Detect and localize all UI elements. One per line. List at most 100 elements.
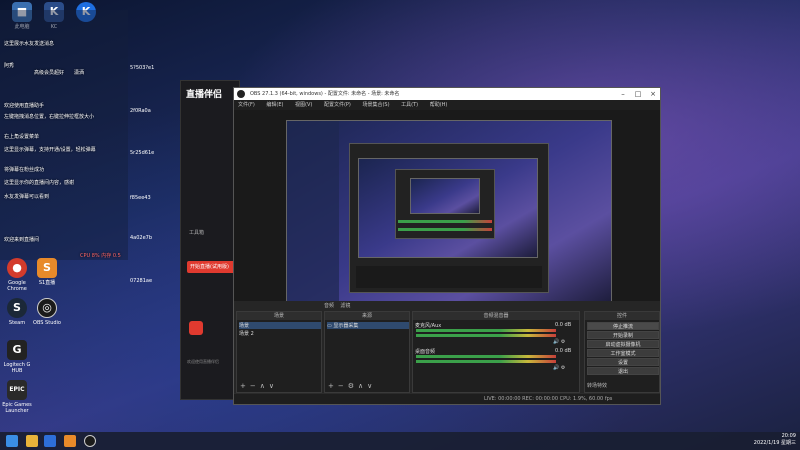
app-icon[interactable] xyxy=(44,435,56,447)
chat-line: 阿秀 xyxy=(4,63,15,69)
preview-obs-window xyxy=(349,143,549,293)
mixer-meter xyxy=(416,334,556,337)
system-tray[interactable]: 20:09 2022/1/19 星期三 xyxy=(754,433,796,447)
desktop-icon-obs[interactable]: ◎ OBS Studio xyxy=(30,298,64,326)
chat-line: 水友发弹幕可以看到 xyxy=(4,194,50,200)
desktop-label: f85ee43 xyxy=(130,195,151,201)
preview-tabs: 音频 滤镜 xyxy=(324,302,350,309)
audio-mixer-dock: 音频混音器 麦克风/Aux 0.0 dB 🔊 ⚙ 桌面音频 0.0 dB 🔊 ⚙ xyxy=(412,311,580,393)
chat-line: 这里显示你的直播间内容，感谢 xyxy=(4,180,75,186)
mixer-meter xyxy=(416,355,556,358)
preview-meter xyxy=(398,220,492,223)
s1-taskbar-icon[interactable] xyxy=(64,435,76,447)
obs-logo-icon xyxy=(237,90,245,98)
maximize-icon[interactable]: □ xyxy=(631,88,645,100)
scenes-dock-title: 场景 xyxy=(237,312,321,320)
chat-line: 这里显示弹幕，支持开通/设置，轻松弹幕 xyxy=(4,147,96,153)
clock-date: 2022/1/19 星期三 xyxy=(753,440,796,446)
tab-filters[interactable]: 滤镜 xyxy=(340,303,350,309)
start-recording-button[interactable]: 开始录制 xyxy=(587,331,659,339)
desktop-icon-steam[interactable]: S Steam xyxy=(0,298,34,326)
mixer-channel-name: 麦克风/Aux xyxy=(415,323,442,329)
obs-window[interactable]: OBS 27.1.3 (64-bit, windows) - 配置文件: 未命名… xyxy=(233,87,661,405)
menu-view[interactable]: 视图(V) xyxy=(295,102,312,108)
obs-status-bar: LIVE: 00:00:00 REC: 00:00:00 CPU: 1.9%, … xyxy=(234,394,660,404)
clock-time: 20:09 xyxy=(781,433,796,439)
helper-toolbox-label: 工具箱 xyxy=(189,230,205,236)
sources-dock: 来源 ▭ 显示器采集 +−⚙∧∨ xyxy=(324,311,410,393)
desktop-label: 4a02e7b xyxy=(130,235,153,241)
virtual-camera-button[interactable]: 启动虚拟摄像机 xyxy=(587,340,659,348)
studio-mode-button[interactable]: 工作室模式 xyxy=(587,349,659,357)
close-icon[interactable]: × xyxy=(646,88,660,100)
source-tools[interactable]: +−⚙∧∨ xyxy=(328,382,376,390)
mixer-dock-title: 音频混音器 xyxy=(413,312,579,320)
menu-file[interactable]: 文件(F) xyxy=(238,102,255,108)
record-icon[interactable] xyxy=(189,321,203,335)
obs-icon: ◎ xyxy=(37,298,57,318)
go-live-button[interactable]: 开始直播(试用版) xyxy=(187,261,237,273)
scene-item[interactable]: 场景 2 xyxy=(239,330,254,337)
desktop-label: 5r25d61e xyxy=(130,150,155,156)
mixer-meter xyxy=(416,329,556,332)
preview-deep-capture xyxy=(410,178,480,214)
chat-line: 这里展示水友发送消息 xyxy=(4,41,55,47)
chat-line: 欢迎来到直播间 xyxy=(4,237,40,243)
minimize-icon[interactable]: – xyxy=(616,88,630,100)
mixer-controls[interactable]: 🔊 ⚙ xyxy=(553,339,565,345)
steam-icon: S xyxy=(7,298,27,318)
source-item[interactable]: ▭ 显示器采集 xyxy=(327,322,409,329)
scene-item[interactable]: 场景 xyxy=(239,322,321,329)
controls-dock: 控件 停止推流 开始录制 启动虚拟摄像机 工作室模式 设置 退出 转场特效 xyxy=(584,311,660,393)
epic-icon: EPIC xyxy=(7,380,27,400)
preview-docks xyxy=(356,266,542,288)
chat-overlay-panel[interactable]: 这里展示水友发送消息 阿秀 高级会员超好 潇洒 欢迎使用直播助手 左键拖拽消息位… xyxy=(0,10,128,260)
menu-edit[interactable]: 编辑(E) xyxy=(266,102,283,108)
transition-tab[interactable]: 转场特效 xyxy=(587,382,607,389)
logitech-icon: G xyxy=(7,340,27,360)
chat-stats: CPU 8% 内存 0.5 xyxy=(80,253,121,259)
obs-docks: 音频 滤镜 场景 场景 场景 2 +−∧∨ 来源 ▭ 显示器采集 +−⚙∧∨ 音… xyxy=(234,301,660,393)
chrome-icon: ● xyxy=(7,258,27,278)
chat-line: 将弹幕在粉丝成功 xyxy=(4,167,45,173)
s1-icon: S xyxy=(37,258,57,278)
mixer-channel-level: 0.0 dB xyxy=(555,348,572,354)
stream-helper-window[interactable]: 直播伴侣 工具箱 开始直播(试用版) 欢迎使用直播伴侣 xyxy=(180,80,240,400)
start-icon[interactable] xyxy=(6,435,18,447)
chat-line: 欢迎使用直播助手 xyxy=(4,103,45,109)
preview-meter xyxy=(398,228,492,231)
sources-dock-title: 来源 xyxy=(325,312,409,320)
obs-menubar: 文件(F) 编辑(E) 视图(V) 配置文件(P) 场景集合(S) 工具(T) … xyxy=(234,100,660,110)
chat-line: 左键拖拽消息位置，右键拉伸拉框放大小 xyxy=(4,114,95,120)
desktop-label: 07281ae xyxy=(130,278,153,284)
desktop-icon-logitech[interactable]: G Logitech G HUB xyxy=(0,340,34,374)
helper-hint: 欢迎使用直播伴侣 xyxy=(187,359,219,364)
chat-line: 右上角设置菜单 xyxy=(4,134,40,140)
mixer-controls[interactable]: 🔊 ⚙ xyxy=(553,365,565,371)
tab-audio[interactable]: 音频 xyxy=(324,303,334,309)
stop-streaming-button[interactable]: 停止推流 xyxy=(587,322,659,330)
desktop-icon-chrome[interactable]: ● Google Chrome xyxy=(0,258,34,292)
file-explorer-icon[interactable] xyxy=(26,435,38,447)
helper-brand: 直播伴侣 xyxy=(186,90,223,100)
desktop-icon-s1[interactable]: S S1直播 xyxy=(30,258,64,286)
menu-help[interactable]: 帮助(H) xyxy=(430,102,448,108)
chat-line: 高级会员超好 xyxy=(34,70,65,76)
obs-title: OBS 27.1.3 (64-bit, windows) - 配置文件: 未命名… xyxy=(250,91,400,97)
preview-capture xyxy=(286,120,612,306)
obs-taskbar-icon[interactable] xyxy=(84,435,96,447)
controls-dock-title: 控件 xyxy=(585,312,659,320)
menu-tools[interactable]: 工具(T) xyxy=(401,102,418,108)
menu-scene-collection[interactable]: 场景集合(S) xyxy=(362,102,389,108)
preview-chat-panel xyxy=(287,121,339,306)
mixer-meter xyxy=(416,360,556,363)
desktop-icon-epic[interactable]: EPIC Epic Games Launcher xyxy=(0,380,34,414)
exit-button[interactable]: 退出 xyxy=(587,367,659,375)
mixer-channel-level: 0.0 dB xyxy=(555,322,572,328)
scenes-dock: 场景 场景 场景 2 +−∧∨ xyxy=(236,311,322,393)
preview-nested-obs xyxy=(395,169,495,239)
scene-tools[interactable]: +−∧∨ xyxy=(240,382,278,390)
menu-profile[interactable]: 配置文件(P) xyxy=(324,102,351,108)
settings-button[interactable]: 设置 xyxy=(587,358,659,366)
desktop-label: 2f0Ra0a xyxy=(130,108,151,114)
